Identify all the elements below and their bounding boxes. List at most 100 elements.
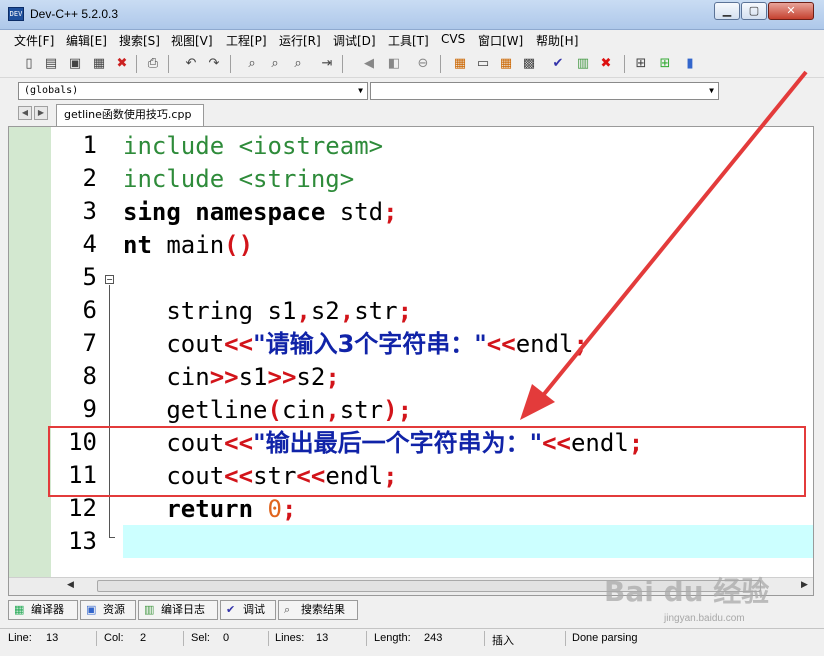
fold-end-marker [109,537,115,538]
tab-debug[interactable]: ✔ 调试 [220,600,276,620]
menu-cvs[interactable]: CVS [441,32,465,46]
code-token: main [151,231,225,259]
menu-tools[interactable]: 工具[T] [388,32,429,49]
breakpoint-gutter[interactable] [9,127,51,577]
code-token: cin [123,363,210,391]
code-line-3: sing namespace std; [123,196,398,229]
close-window-button[interactable]: ✕ [768,2,814,20]
menu-run[interactable]: 运行[R] [279,32,321,49]
tab-file[interactable]: getline函数使用技巧.cpp [56,104,204,126]
add-file-icon[interactable]: ⊞ [656,54,674,72]
status-length-value: 243 [424,632,443,644]
status-sel-label: Sel: [191,632,210,644]
save-icon[interactable]: ▣ [66,54,84,72]
status-parsing: Done parsing [572,632,638,644]
menu-bar: 文件[F] 编辑[E] 搜索[S] 视图[V] 工程[P] 运行[R] 调试[D… [0,30,824,50]
class-combo[interactable]: (globals) ▼ [18,82,368,100]
code-line-8: cin>>s1>>s2; [123,361,340,394]
tab-scroll-right-button[interactable]: ▶ [34,106,48,120]
menu-window[interactable]: 窗口[W] [478,32,523,49]
status-col-label: Col: [104,632,124,644]
tab-search-results[interactable]: ⌕ 搜索结果 [278,600,358,620]
code-token: getline [123,396,268,424]
tab-resources[interactable]: ▣ 资源 [80,600,136,620]
rebuild-icon[interactable]: ▩ [520,54,538,72]
member-combo[interactable]: ▼ [370,82,719,100]
code-token: string s1 [123,297,297,325]
menu-debug[interactable]: 调试[D] [333,32,376,49]
tab-compiler-label: 编译器 [31,603,64,616]
code-line-1: include <iostream> [123,130,383,163]
unindent-icon[interactable]: ◧ [385,54,403,72]
toolbar: ▯ ▤ ▣ ▦ ✖ ⎙ ↶ ↷ ⌕ ⌕ ⌕ ⇥ ◀ ◧ ⊖ ▦ ▭ ▦ ▩ ✔ … [0,50,824,78]
tab-resources-label: 资源 [103,603,125,616]
menu-view[interactable]: 视图[V] [171,32,213,49]
find-icon[interactable]: ⌕ [243,54,261,72]
chart-icon[interactable]: ▥ [574,54,592,72]
current-line-highlight [123,525,813,558]
code-token: () [224,231,254,259]
save-all-icon[interactable]: ▦ [90,54,108,72]
replace-icon[interactable]: ⌕ [289,54,307,72]
menu-project[interactable]: 工程[P] [226,32,267,49]
tab-compile-log[interactable]: ▥ 编译日志 [138,600,218,620]
tab-compiler[interactable]: ▦ 编译器 [8,600,78,620]
chevron-down-icon: ▼ [358,86,363,95]
compile-run-icon[interactable]: ▦ [497,54,515,72]
code-token: ; [325,363,340,391]
code-token: s2 [310,297,340,325]
close-icon[interactable]: ✖ [113,54,131,72]
remove-file-icon[interactable]: ▮ [681,54,699,72]
redo-icon[interactable]: ↷ [205,54,223,72]
code-token: cout [123,330,225,358]
maximize-button[interactable]: ▢ [741,2,767,20]
chevron-down-icon: ▼ [709,86,714,95]
code-token: include <string> [123,165,355,193]
status-line-label: Line: [8,632,32,644]
status-separator [484,631,485,646]
line-number: 13 [68,527,97,555]
line-number: 4 [82,230,97,258]
goto-icon[interactable]: ⇥ [318,54,336,72]
open-icon[interactable]: ▤ [42,54,60,72]
status-sel-value: 0 [223,632,230,644]
line-number: 2 [82,164,97,192]
run-icon[interactable]: ▭ [474,54,492,72]
status-bar: Line: 13 Col: 2 Sel: 0 Lines: 13 Length:… [0,628,824,648]
new-file-icon[interactable]: ▯ [20,54,38,72]
code-token: ; [281,495,297,523]
scroll-left-icon[interactable]: ◀ [67,580,74,590]
print-icon[interactable]: ⎙ [144,54,162,72]
scroll-right-icon[interactable]: ▶ [801,580,808,590]
toolbar-separator [624,55,625,73]
check-syntax-icon[interactable]: ✔ [549,54,567,72]
menu-file[interactable]: 文件[F] [14,32,54,49]
compile-icon[interactable]: ▦ [451,54,469,72]
baidu-logo: Bai du 经验 [604,575,770,608]
compile-log-icon: ▥ [144,603,155,616]
tab-search-results-label: 搜索结果 [301,603,345,616]
toolbar-separator [136,55,137,73]
minimize-button[interactable]: ▁ [714,2,740,20]
code-editor[interactable]: 1 2 3 4 5 6 7 8 9 10 11 12 13 − include … [8,126,814,596]
undo-icon[interactable]: ↶ [182,54,200,72]
code-token: 0 [253,495,282,523]
new-project-icon[interactable]: ⊞ [632,54,650,72]
fold-collapse-icon[interactable]: − [105,275,114,284]
toolbar-separator [440,55,441,73]
menu-help[interactable]: 帮助[H] [536,32,578,49]
status-lines-label: Lines: [275,632,305,644]
code-token: s1 [238,363,268,391]
indent-icon[interactable]: ◀ [360,54,378,72]
toggle-comment-icon[interactable]: ⊖ [414,54,432,72]
menu-search[interactable]: 搜索[S] [119,32,160,49]
menu-edit[interactable]: 编辑[E] [66,32,107,49]
toolbar-separator [230,55,231,73]
find-next-icon[interactable]: ⌕ [266,54,284,72]
code-line-6: string s1,s2,str; [123,295,412,328]
code-token: sing namespace [123,198,326,226]
code-token: s2 [296,363,326,391]
tab-scroll-left-button[interactable]: ◀ [18,106,32,120]
line-number: 1 [82,131,97,159]
stop-icon[interactable]: ✖ [597,54,615,72]
